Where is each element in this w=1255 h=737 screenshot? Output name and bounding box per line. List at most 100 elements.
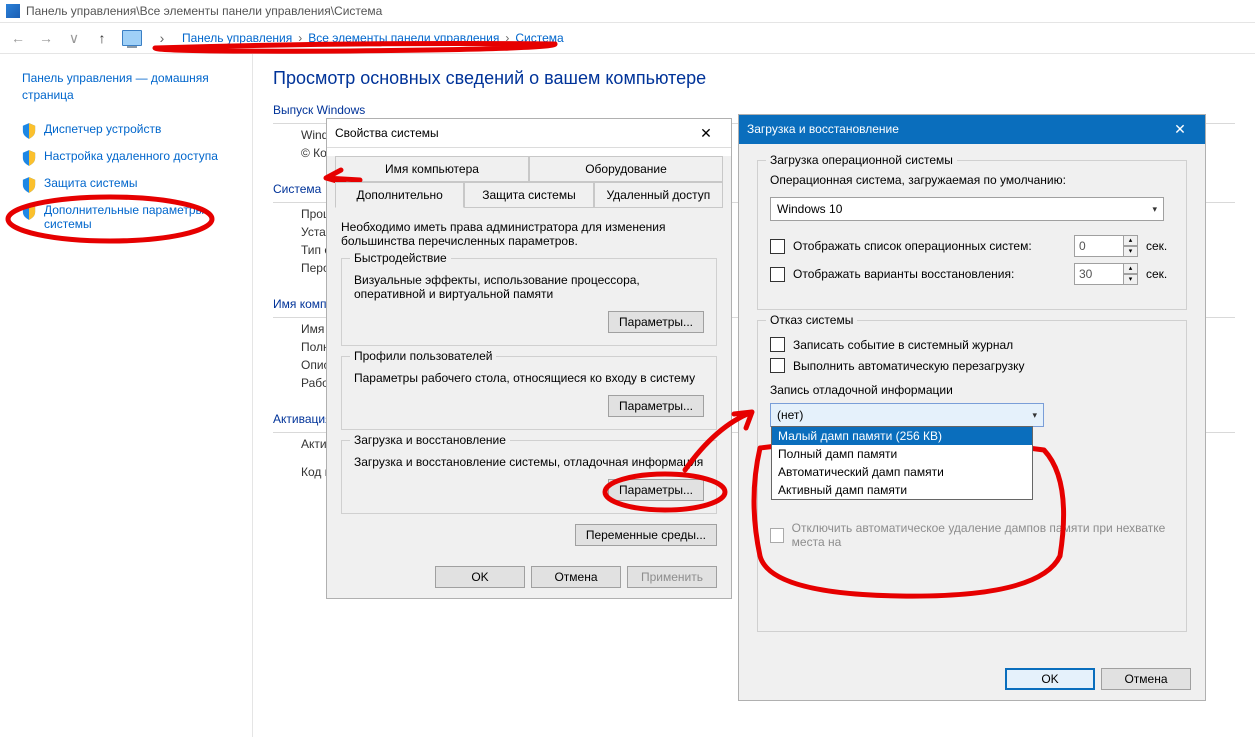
- chevron-down-icon[interactable]: ∨: [66, 30, 82, 47]
- auto-restart-checkbox[interactable]: [770, 358, 785, 373]
- group-startup: Загрузка и восстановление Загрузка и вос…: [341, 440, 717, 514]
- show-recovery-value[interactable]: [1074, 263, 1124, 285]
- crumb-all-items[interactable]: Все элементы панели управления: [308, 31, 499, 45]
- chevron-down-icon: ▾: [1032, 410, 1037, 421]
- crumb-control-panel[interactable]: Панель управления: [182, 31, 292, 45]
- dialog-titlebar: Загрузка и восстановление ✕: [739, 115, 1205, 144]
- monitor-icon: [6, 4, 20, 18]
- group-desc: Загрузка и восстановление системы, отлад…: [354, 455, 704, 469]
- perf-params-button[interactable]: Параметры...: [608, 311, 704, 333]
- spin-up-icon[interactable]: ▴: [1124, 263, 1138, 274]
- system-properties-dialog: Свойства системы ✕ Имя компьютера Оборуд…: [326, 118, 732, 599]
- group-failure: Отказ системы Записать событие в системн…: [757, 320, 1187, 632]
- window-title: Панель управления\Все элементы панели уп…: [26, 4, 382, 18]
- sidebar-item-remote[interactable]: Настройка удаленного доступа: [22, 149, 240, 166]
- group-legend: Загрузка и восстановление: [350, 433, 510, 447]
- show-os-list-value[interactable]: [1074, 235, 1124, 257]
- admin-note: Необходимо иметь права администратора дл…: [341, 220, 717, 248]
- group-desc: Визуальные эффекты, использование процес…: [354, 273, 704, 301]
- dump-type-select[interactable]: (нет) ▾ Малый дамп памяти (256 КВ) Полны…: [770, 403, 1044, 427]
- control-panel-home-link[interactable]: Панель управления — домашняя страница: [22, 70, 240, 104]
- group-desc: Параметры рабочего стола, относящиеся ко…: [354, 371, 704, 385]
- sidebar: Панель управления — домашняя страница Ди…: [0, 54, 253, 737]
- write-event-checkbox[interactable]: [770, 337, 785, 352]
- sidebar-item-protection[interactable]: Защита системы: [22, 176, 240, 193]
- chevron-right-icon: ›: [505, 31, 509, 45]
- dump-type-dropdown: Малый дамп памяти (256 КВ) Полный дамп п…: [771, 426, 1033, 500]
- back-icon: ←: [10, 30, 26, 46]
- disable-auto-delete-row: Отключить автоматическое удаление дампов…: [770, 521, 1174, 549]
- window-titlebar: Панель управления\Все элементы панели уп…: [0, 0, 1255, 23]
- group-legend: Отказ системы: [766, 313, 857, 327]
- dump-option-auto[interactable]: Автоматический дамп памяти: [772, 463, 1032, 481]
- tab-protection[interactable]: Защита системы: [464, 182, 593, 207]
- dump-option-small[interactable]: Малый дамп памяти (256 КВ): [772, 427, 1032, 445]
- ok-button[interactable]: OK: [1005, 668, 1095, 690]
- shield-icon: [22, 150, 36, 166]
- cancel-button[interactable]: Отмена: [1101, 668, 1191, 690]
- shield-icon: [22, 204, 36, 220]
- breadcrumb: Панель управления › Все элементы панели …: [182, 31, 564, 45]
- sidebar-item-label: Дополнительные параметры системы: [44, 203, 240, 231]
- disable-auto-delete-checkbox: [770, 528, 784, 543]
- sidebar-item-advanced[interactable]: Дополнительные параметры системы: [22, 203, 240, 231]
- default-os-value: Windows 10: [777, 202, 842, 216]
- chevron-down-icon: ▾: [1152, 204, 1157, 215]
- forward-icon: →: [38, 30, 54, 46]
- show-recovery-row: Отображать варианты восстановления: ▴▾ с…: [770, 263, 1174, 285]
- up-icon[interactable]: ↑: [94, 30, 110, 46]
- dump-option-full[interactable]: Полный дамп памяти: [772, 445, 1032, 463]
- spin-down-icon[interactable]: ▾: [1124, 274, 1138, 285]
- sidebar-item-label: Диспетчер устройств: [44, 122, 161, 136]
- dialog-footer: OK Отмена Применить: [327, 556, 731, 598]
- group-boot: Загрузка операционной системы Операционн…: [757, 160, 1187, 310]
- show-recovery-label: Отображать варианты восстановления:: [793, 267, 1066, 281]
- group-legend: Быстродействие: [350, 251, 451, 265]
- startup-params-button[interactable]: Параметры...: [608, 479, 704, 501]
- group-legend: Профили пользователей: [350, 349, 496, 363]
- sidebar-item-device-manager[interactable]: Диспетчер устройств: [22, 122, 240, 139]
- sidebar-item-label: Защита системы: [44, 176, 137, 190]
- env-vars-button[interactable]: Переменные среды...: [575, 524, 717, 546]
- dump-type-value: (нет): [777, 408, 803, 422]
- tab-advanced[interactable]: Дополнительно: [335, 182, 464, 208]
- group-profiles: Профили пользователей Параметры рабочего…: [341, 356, 717, 430]
- tab-remote[interactable]: Удаленный доступ: [594, 182, 723, 207]
- profiles-params-button[interactable]: Параметры...: [608, 395, 704, 417]
- sidebar-item-label: Настройка удаленного доступа: [44, 149, 218, 163]
- seconds-label: сек.: [1146, 239, 1174, 253]
- chevron-right-icon: ›: [298, 31, 302, 45]
- dialog-title: Загрузка и восстановление: [747, 122, 899, 136]
- address-bar: ← → ∨ ↑ › Панель управления › Все элемен…: [0, 23, 1255, 54]
- close-icon[interactable]: ✕: [689, 125, 723, 142]
- spin-down-icon[interactable]: ▾: [1124, 246, 1138, 257]
- page-title: Просмотр основных сведений о вашем компь…: [273, 68, 1235, 89]
- show-os-list-checkbox[interactable]: [770, 239, 785, 254]
- close-icon[interactable]: ✕: [1163, 121, 1197, 138]
- show-os-list-spin[interactable]: ▴▾: [1074, 235, 1138, 257]
- ok-button[interactable]: OK: [435, 566, 525, 588]
- disable-auto-delete-label: Отключить автоматическое удаление дампов…: [792, 521, 1174, 549]
- tab-computer-name[interactable]: Имя компьютера: [335, 156, 529, 181]
- write-event-label: Записать событие в системный журнал: [793, 338, 1013, 352]
- dialog-titlebar: Свойства системы ✕: [327, 119, 731, 148]
- crumb-system[interactable]: Система: [515, 31, 563, 45]
- show-recovery-spin[interactable]: ▴▾: [1074, 263, 1138, 285]
- auto-restart-label: Выполнить автоматическую перезагрузку: [793, 359, 1025, 373]
- chevron-right-icon[interactable]: ›: [154, 30, 170, 46]
- startup-recovery-dialog: Загрузка и восстановление ✕ Загрузка опе…: [738, 114, 1206, 701]
- dump-option-active[interactable]: Активный дамп памяти: [772, 481, 1032, 499]
- default-os-label: Операционная система, загружаемая по умо…: [770, 173, 1174, 187]
- dump-info-label: Запись отладочной информации: [770, 383, 1174, 397]
- show-recovery-checkbox[interactable]: [770, 267, 785, 282]
- default-os-select[interactable]: Windows 10 ▾: [770, 197, 1164, 221]
- cancel-button[interactable]: Отмена: [531, 566, 621, 588]
- seconds-label: сек.: [1146, 267, 1174, 281]
- monitor-icon: [122, 30, 142, 46]
- apply-button[interactable]: Применить: [627, 566, 717, 588]
- spin-up-icon[interactable]: ▴: [1124, 235, 1138, 246]
- dialog-title: Свойства системы: [335, 126, 439, 140]
- group-legend: Загрузка операционной системы: [766, 153, 957, 167]
- group-performance: Быстродействие Визуальные эффекты, испол…: [341, 258, 717, 346]
- tab-hardware[interactable]: Оборудование: [529, 156, 723, 181]
